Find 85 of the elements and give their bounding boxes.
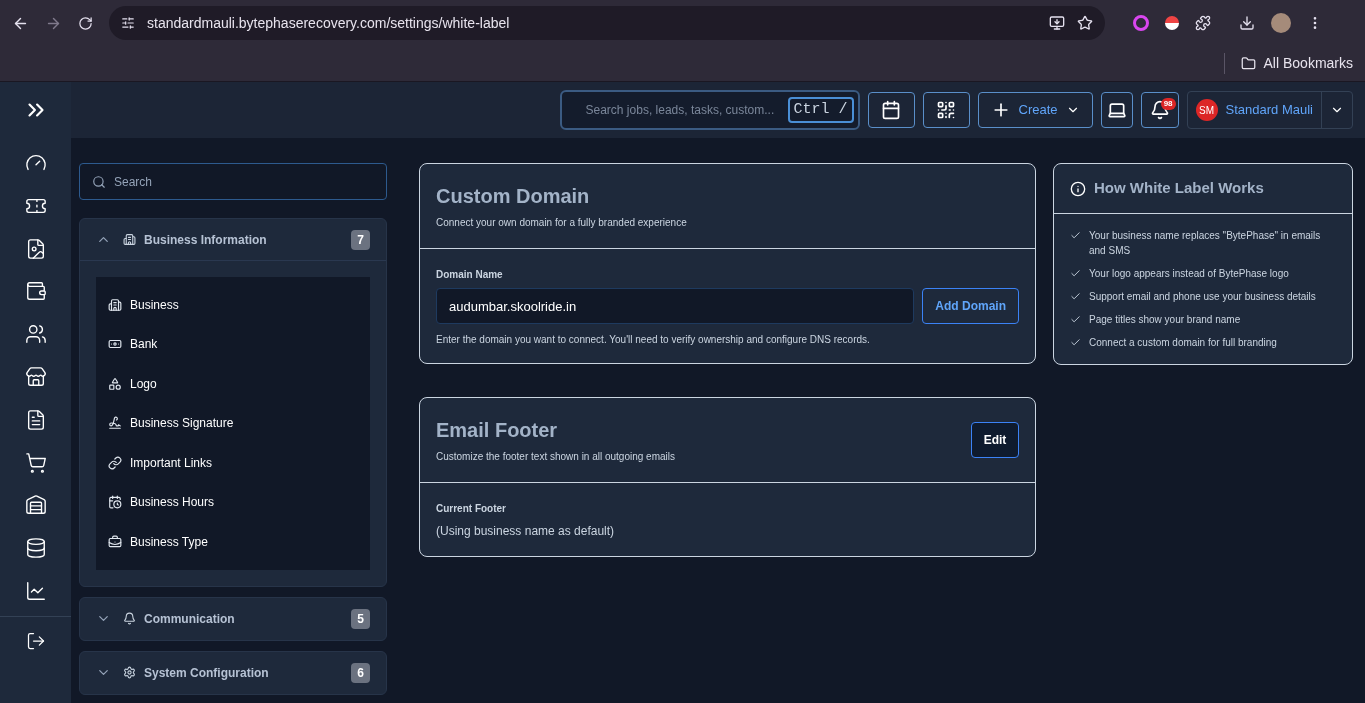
- check-icon: [1070, 268, 1081, 279]
- url-text: standardmauli.bytephaserecovery.com/settings/white-label: [147, 13, 510, 33]
- feature-text: Page titles show your brand name: [1089, 313, 1241, 327]
- accordion-header[interactable]: Business Information 7: [80, 219, 386, 261]
- card-title: How White Label Works: [1094, 178, 1264, 199]
- shapes-icon: [108, 376, 122, 391]
- global-search-field[interactable]: Search jobs, leads, tasks, custom... Ctrl /: [559, 90, 860, 130]
- check-icon: [1070, 337, 1081, 348]
- check-icon: [1070, 291, 1081, 302]
- count-badge: 5: [351, 608, 370, 629]
- card-title: Custom Domain: [436, 184, 591, 209]
- calendar-icon: [881, 100, 901, 120]
- card-subtitle: Connect your own domain for a fully branded experience: [436, 216, 688, 230]
- submenu-item[interactable]: Bank: [104, 324, 362, 364]
- search-placeholder: Search: [114, 173, 153, 191]
- domain-input[interactable]: audumbar.skoolride.in: [436, 288, 915, 324]
- install-icon: [1049, 15, 1065, 31]
- card-title: Email Footer: [436, 418, 559, 443]
- shortcut-key: Ctrl /: [787, 96, 854, 124]
- star-icon: [1077, 15, 1093, 31]
- user-avatar: SM: [1195, 99, 1218, 121]
- laptop-button[interactable]: [1100, 92, 1133, 128]
- feature-text: Your business name replaces "BytePhase" in emails and SMS: [1089, 229, 1322, 258]
- feature-text: Your logo appears instead of BytePhase logo: [1089, 267, 1289, 281]
- signature-icon: [108, 416, 122, 431]
- notification-badge: 98: [1160, 98, 1176, 110]
- group-label: System Configuration: [144, 664, 269, 682]
- submenu-item[interactable]: Business Signature: [104, 403, 362, 443]
- building-icon: [108, 297, 122, 312]
- users-icon[interactable]: [24, 323, 47, 346]
- link-icon: [108, 455, 122, 470]
- folder-icon: [1240, 56, 1256, 71]
- check-icon: [1070, 230, 1081, 241]
- wallet-icon[interactable]: [24, 280, 47, 303]
- count-badge: 6: [351, 662, 370, 683]
- field-label: Domain Name: [436, 268, 504, 282]
- submenu-item[interactable]: Business Type: [104, 522, 362, 562]
- qr-code-button[interactable]: [922, 92, 970, 128]
- logout-icon[interactable]: [25, 630, 46, 651]
- submenu-item[interactable]: Business Hours: [104, 482, 362, 522]
- accordion-header[interactable]: System Configuration 6: [80, 651, 386, 694]
- calendar-button[interactable]: [867, 92, 915, 128]
- feature-text: Support email and phone use your business details: [1089, 290, 1316, 304]
- line-chart-icon[interactable]: [24, 579, 47, 602]
- settings-icon: [123, 666, 136, 679]
- qr-code-icon: [936, 100, 956, 120]
- group-label: Communication: [144, 610, 235, 628]
- submenu-item[interactable]: Important Links: [104, 443, 362, 483]
- settings-search-field[interactable]: Search: [79, 163, 387, 200]
- address-bar[interactable]: standardmauli.bytephaserecovery.com/settings/white-label: [109, 6, 1105, 40]
- download-icon[interactable]: [1239, 15, 1255, 31]
- calendar-clock-icon: [108, 495, 122, 510]
- bookmarks-folder[interactable]: All Bookmarks: [1223, 53, 1353, 74]
- check-icon: [1070, 314, 1081, 325]
- count-badge: 7: [351, 229, 370, 250]
- extensions-icon[interactable]: [1195, 15, 1211, 31]
- warehouse-icon[interactable]: [24, 494, 47, 517]
- submenu-item[interactable]: Logo: [104, 364, 362, 404]
- add-domain-button[interactable]: Add Domain: [922, 288, 1019, 324]
- profile-avatar[interactable]: [1271, 13, 1291, 33]
- site-settings-icon: [121, 16, 135, 30]
- building-icon: [123, 233, 136, 246]
- database-icon[interactable]: [24, 537, 47, 560]
- feature-text: Connect a custom domain for full branding: [1089, 336, 1277, 350]
- search-placeholder: Search jobs, leads, tasks, custom...: [585, 102, 775, 119]
- accordion-header[interactable]: Communication 5: [80, 597, 386, 640]
- store-icon[interactable]: [24, 366, 47, 388]
- briefcase-icon: [108, 534, 122, 549]
- user-menu[interactable]: SM Standard Mauli: [1186, 91, 1353, 129]
- bell-icon: [123, 612, 136, 625]
- footer-value: (Using business name as default): [436, 523, 616, 540]
- card-subtitle: Customize the footer text shown in all outgoing emails: [436, 450, 675, 464]
- submenu-item[interactable]: Business: [104, 285, 362, 325]
- create-button[interactable]: Create: [977, 92, 1093, 128]
- group-label: Business Information: [144, 231, 267, 249]
- field-label: Current Footer: [436, 502, 507, 516]
- laptop-icon: [1106, 100, 1127, 120]
- cart-icon[interactable]: [24, 451, 47, 474]
- user-name: Standard Mauli: [1225, 101, 1313, 120]
- reload-icon[interactable]: [78, 15, 93, 31]
- info-icon: [1070, 180, 1086, 197]
- edit-button[interactable]: Edit: [971, 421, 1019, 458]
- search-icon: [92, 174, 106, 189]
- notifications-button[interactable]: 98: [1140, 92, 1179, 128]
- help-text: Enter the domain you want to connect. You'll need to verify ownership and configure DNS records.: [436, 333, 871, 347]
